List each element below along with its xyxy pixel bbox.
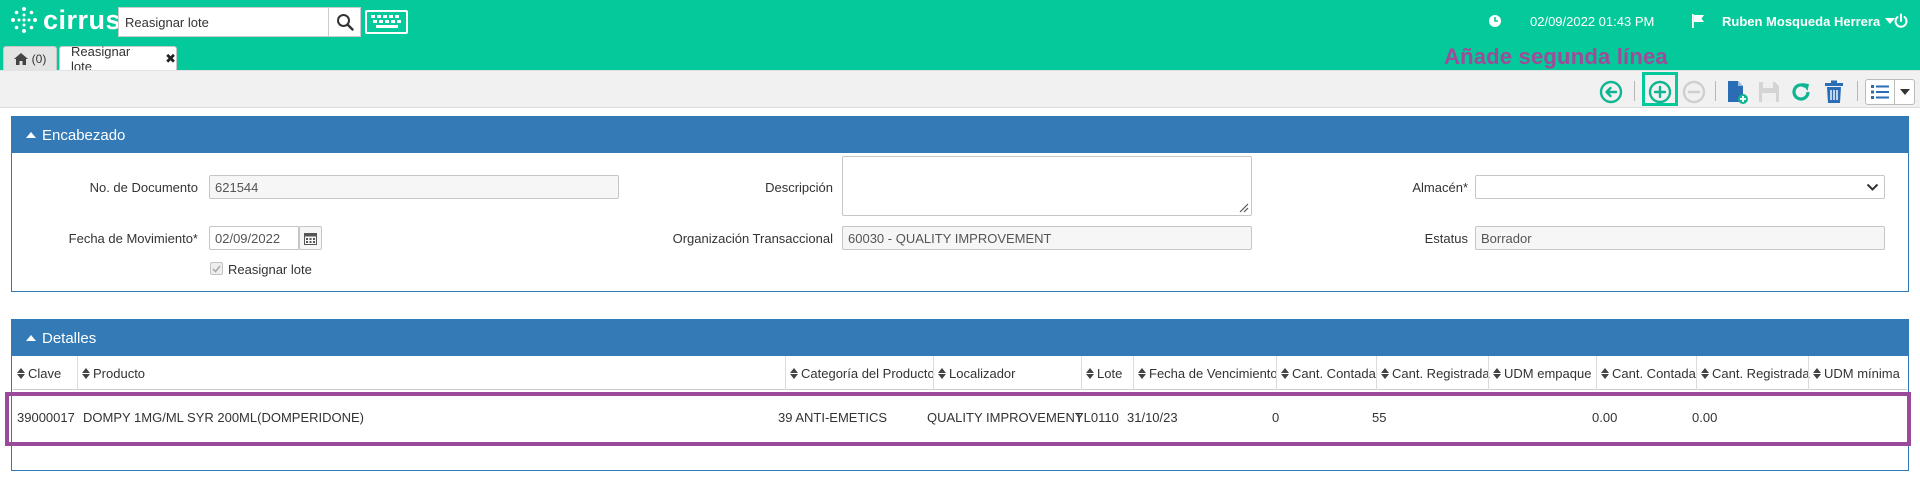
descripcion-textarea[interactable] <box>842 156 1252 216</box>
collapse-icon <box>26 335 36 341</box>
caret-down-icon <box>1895 80 1914 104</box>
col-udm-empaque[interactable]: UDM empaque <box>1488 356 1596 390</box>
back-button[interactable] <box>1598 79 1624 105</box>
reasignar-checkbox[interactable] <box>210 262 223 275</box>
col-lote[interactable]: Lote <box>1081 356 1133 390</box>
brand-name: cirrus <box>43 5 122 35</box>
documento-field[interactable]: 621544 <box>209 175 619 199</box>
descripcion-label: Descripción <box>765 180 833 195</box>
row-highlight <box>5 392 1911 446</box>
table-header: Clave Producto Categoría del Producto Lo… <box>13 356 1907 390</box>
power-icon[interactable] <box>1893 0 1909 42</box>
sort-icon <box>1493 367 1501 379</box>
sort-icon <box>82 367 90 379</box>
sort-icon <box>1281 367 1289 379</box>
fecha-input[interactable]: 02/09/2022 <box>209 226 299 250</box>
minus-circle-icon <box>1682 80 1706 104</box>
refresh-icon <box>1792 83 1810 101</box>
sort-icon <box>1701 367 1709 379</box>
save-icon <box>1759 82 1779 102</box>
sort-icon <box>790 367 798 379</box>
col-producto[interactable]: Producto <box>77 356 785 390</box>
list-icon <box>1866 80 1896 104</box>
remove-line-button[interactable] <box>1681 79 1707 105</box>
keyboard-icon <box>370 15 401 28</box>
col-udm-minima[interactable]: UDM mínima <box>1808 356 1907 390</box>
almacen-select[interactable] <box>1475 175 1885 199</box>
user-name: Ruben Mosqueda Herrera <box>1722 13 1881 29</box>
calendar-icon <box>304 232 317 245</box>
fecha-label: Fecha de Movimiento* <box>68 231 198 246</box>
home-icon <box>13 52 28 65</box>
current-datetime: 02/09/2022 01:43 PM <box>1530 13 1655 29</box>
detalles-header[interactable]: Detalles <box>12 320 1908 356</box>
check-icon <box>212 264 221 273</box>
estatus-label: Estatus <box>1424 231 1468 246</box>
sort-icon <box>17 367 25 379</box>
save-button[interactable] <box>1756 79 1782 105</box>
search-button[interactable] <box>328 7 361 37</box>
user-menu[interactable]: Ruben Mosqueda Herrera <box>1722 0 1896 42</box>
clock-icon <box>1488 0 1502 42</box>
sort-icon <box>1601 367 1609 379</box>
col-categoria[interactable]: Categoría del Producto <box>785 356 935 390</box>
close-icon[interactable]: ✖ <box>165 51 176 67</box>
resize-handle-icon[interactable] <box>1238 202 1249 213</box>
col-cant-contada[interactable]: Cant. Contada <box>1276 356 1376 390</box>
search-icon <box>336 14 354 31</box>
chevron-down-icon <box>1866 183 1879 191</box>
delete-button[interactable] <box>1821 79 1847 105</box>
trash-icon <box>1825 80 1843 103</box>
tab-reasignar-lote[interactable]: Reasignar lote ✖ <box>59 44 177 74</box>
calendar-button[interactable] <box>299 226 322 250</box>
col-fecha-vencimiento[interactable]: Fecha de Vencimiento <box>1133 356 1278 390</box>
organizacion-field[interactable]: 60030 - QUALITY IMPROVEMENT <box>842 226 1252 250</box>
sort-icon <box>1138 367 1146 379</box>
sort-icon <box>1086 367 1094 379</box>
col-cant-contada-2[interactable]: Cant. Contada <box>1596 356 1696 390</box>
sort-icon <box>1813 367 1821 379</box>
documento-label: No. de Documento <box>89 180 198 195</box>
reasignar-label: Reasignar lote <box>228 262 312 277</box>
action-toolbar <box>0 70 1920 108</box>
tab-home-count: (0) <box>31 51 47 66</box>
encabezado-title: Encabezado <box>42 126 126 144</box>
new-file-icon <box>1728 81 1748 104</box>
annotation-label: Añade segunda línea <box>1444 44 1668 69</box>
virtual-keyboard-button[interactable] <box>365 10 408 34</box>
add-line-highlight <box>1642 72 1678 106</box>
organizacion-label: Organización Transaccional <box>672 231 833 246</box>
new-document-button[interactable] <box>1724 79 1750 105</box>
cirrus-logo-icon <box>11 7 37 33</box>
col-cant-registrada[interactable]: Cant. Registrada <box>1376 356 1490 390</box>
sort-icon <box>1381 367 1389 379</box>
top-bar: cirrus 02/09/2022 01:43 PM Ruben Mosqued… <box>0 0 1920 42</box>
col-localizador[interactable]: Localizador <box>933 356 1081 390</box>
search-input[interactable] <box>118 7 328 37</box>
tab-home[interactable]: (0) <box>3 46 57 70</box>
encabezado-header[interactable]: Encabezado <box>12 117 1908 153</box>
refresh-button[interactable] <box>1788 79 1814 105</box>
brand-logo[interactable]: cirrus <box>10 5 121 35</box>
estatus-field[interactable]: Borrador <box>1475 226 1885 250</box>
sort-icon <box>938 367 946 379</box>
arrow-left-circle-icon <box>1599 80 1623 104</box>
options-menu-button[interactable] <box>1865 79 1915 105</box>
collapse-icon <box>26 132 36 138</box>
col-clave[interactable]: Clave <box>13 356 77 390</box>
detalles-title: Detalles <box>42 329 97 347</box>
almacen-label: Almacén* <box>1412 180 1468 195</box>
tab-label: Reasignar lote <box>71 43 131 74</box>
flag-icon[interactable] <box>1690 0 1706 42</box>
col-cant-registrada-2[interactable]: Cant. Registrada <box>1696 356 1810 390</box>
